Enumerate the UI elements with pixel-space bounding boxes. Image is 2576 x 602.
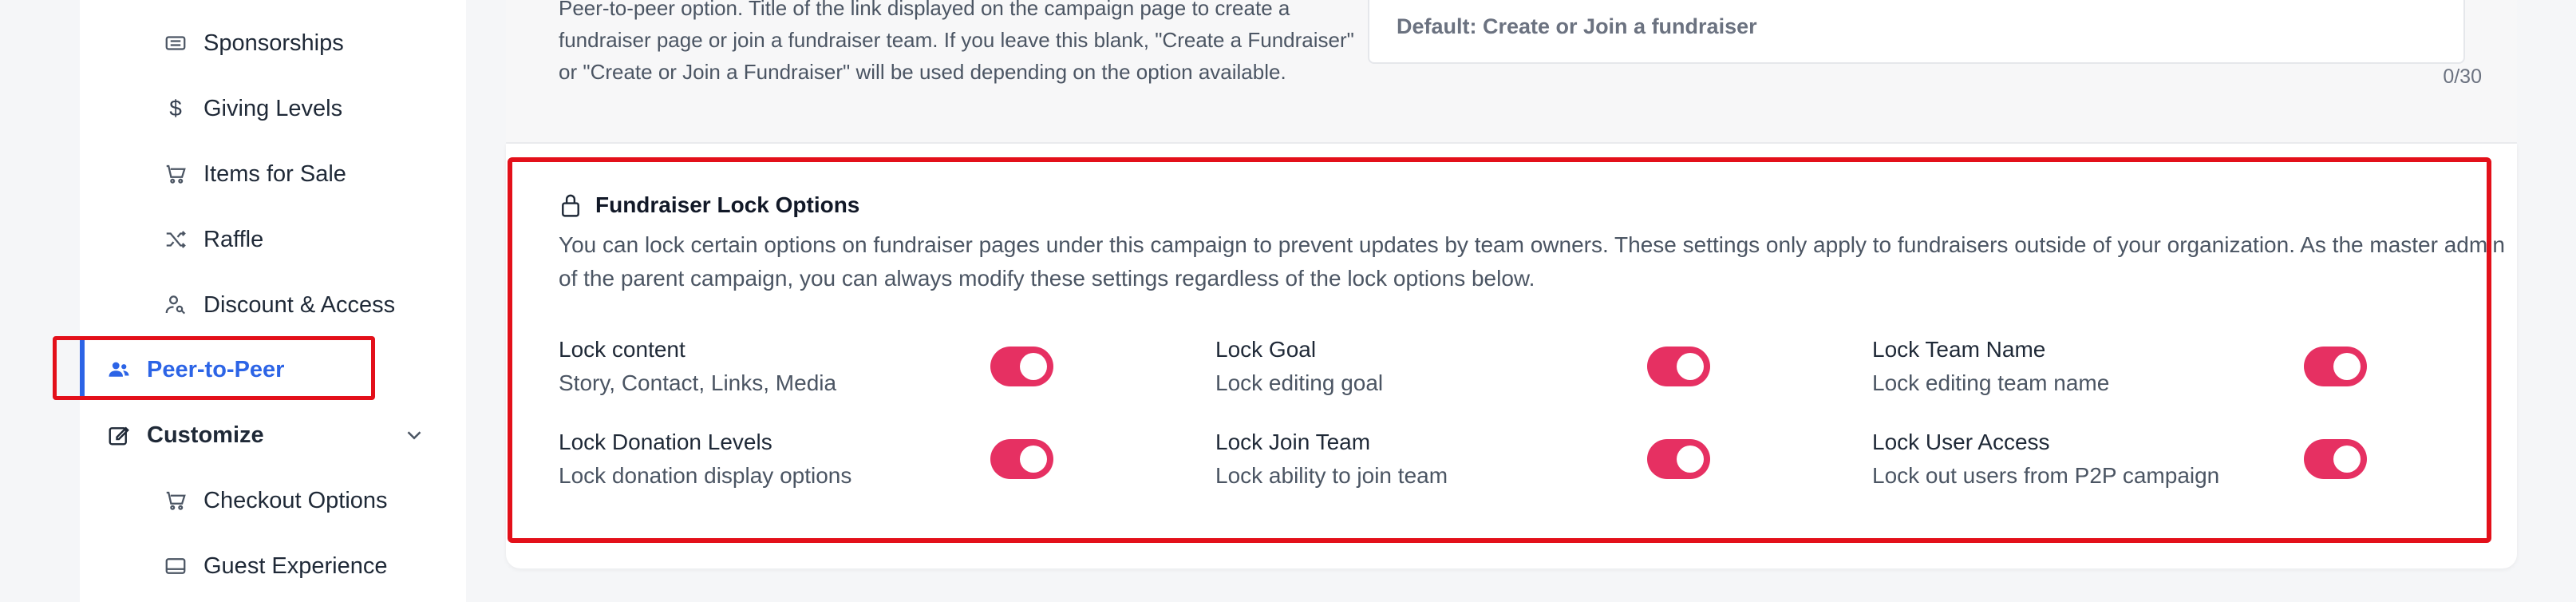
edit-icon bbox=[107, 423, 131, 447]
sidebar-item-label: Checkout Options bbox=[203, 487, 388, 513]
sidebar-item-label: Giving Levels bbox=[203, 95, 343, 121]
sidebar-item-label: Raffle bbox=[203, 226, 264, 252]
link-title-placeholder: Default: Create or Join a fundraiser bbox=[1397, 14, 1757, 38]
peer-to-peer-highlight bbox=[53, 336, 375, 400]
shuffle-icon bbox=[164, 228, 188, 251]
p2p-link-settings-card: Peer-to-peer option. Title of the link d… bbox=[506, 0, 2517, 144]
sidebar-item-raffle[interactable]: Raffle bbox=[80, 216, 466, 263]
sidebar-item-checkout-options[interactable]: Checkout Options bbox=[80, 477, 466, 525]
ticket-icon bbox=[164, 31, 188, 55]
sidebar-item-sponsorships[interactable]: Sponsorships bbox=[80, 19, 466, 67]
sidebar-item-label: Guest Experience bbox=[203, 552, 388, 579]
sidebar-item-items-for-sale[interactable]: Items for Sale bbox=[80, 150, 466, 198]
sidebar-item-label: Sponsorships bbox=[203, 30, 344, 56]
chevron-down-icon[interactable] bbox=[402, 423, 426, 447]
link-title-description: Peer-to-peer option. Title of the link d… bbox=[559, 0, 1354, 84]
user-key-icon bbox=[164, 293, 188, 317]
lock-options-highlight bbox=[508, 157, 2491, 543]
dollar-icon: $ bbox=[169, 96, 182, 121]
sidebar-item-label: Customize bbox=[147, 422, 264, 448]
character-counter: 0/30 bbox=[2443, 65, 2482, 88]
sidebar-item-giving-levels[interactable]: $ Giving Levels bbox=[80, 85, 466, 133]
link-title-input[interactable]: Default: Create or Join a fundraiser bbox=[1368, 0, 2465, 64]
sidebar: Sponsorships $ Giving Levels Items for S… bbox=[80, 0, 466, 602]
cart-icon bbox=[164, 162, 188, 186]
sidebar-item-discount-access[interactable]: Discount & Access bbox=[80, 281, 466, 329]
sidebar-item-label: Discount & Access bbox=[203, 291, 396, 318]
sidebar-item-customize[interactable]: Customize bbox=[80, 411, 466, 459]
cart-icon bbox=[164, 489, 188, 513]
sidebar-item-label: Items for Sale bbox=[203, 160, 346, 187]
sidebar-item-guest-experience[interactable]: Guest Experience bbox=[80, 542, 466, 590]
card-icon bbox=[164, 554, 188, 578]
